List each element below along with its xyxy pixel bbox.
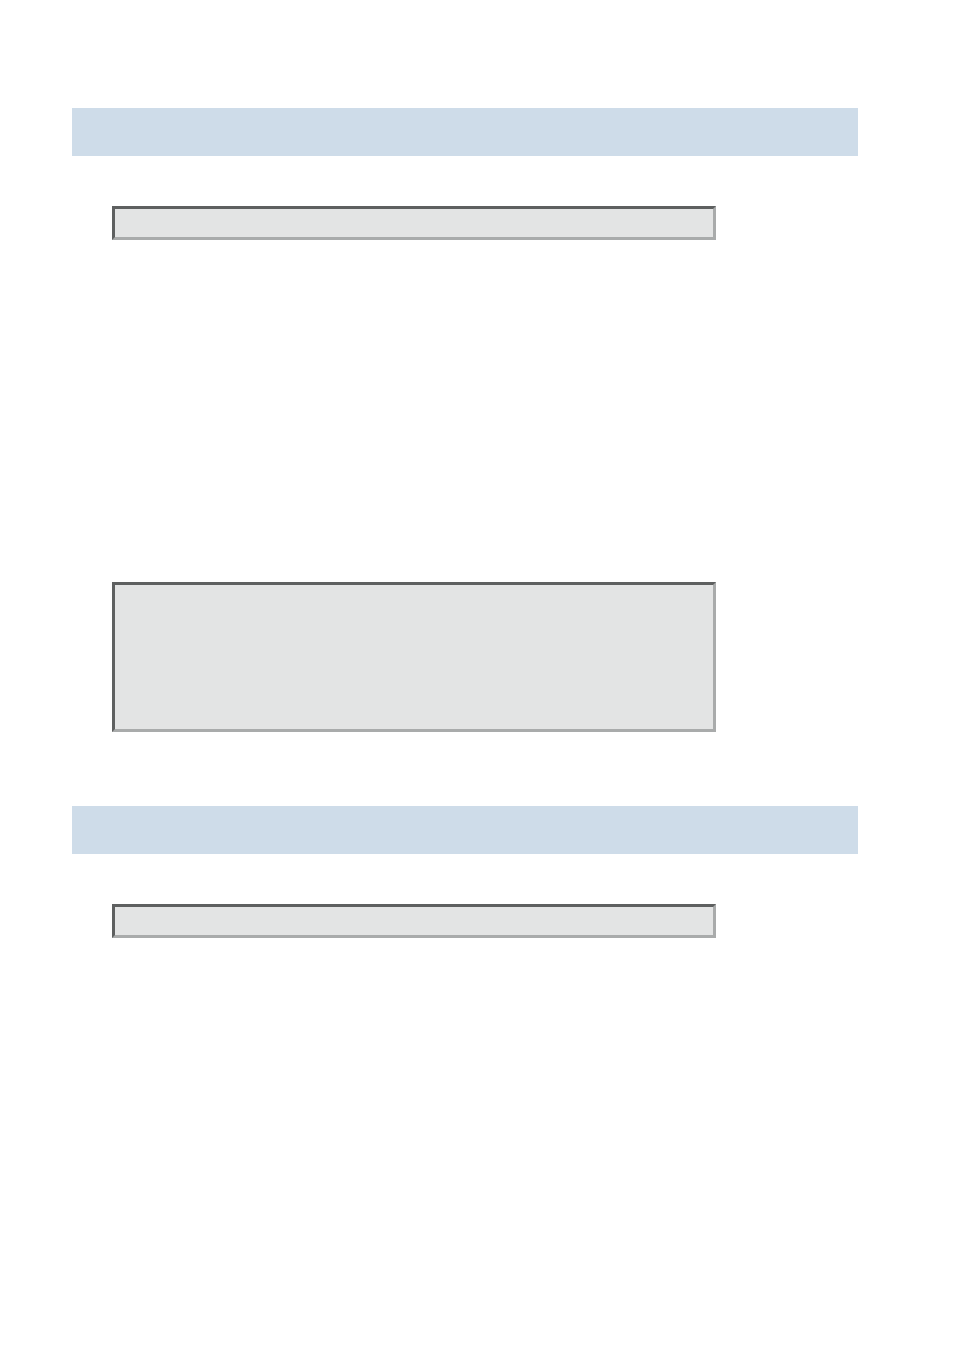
section-header (72, 108, 858, 156)
code-block (112, 206, 716, 240)
code-block (112, 904, 716, 938)
code-block (112, 582, 716, 732)
section-header (72, 806, 858, 854)
document-page (0, 0, 954, 1350)
